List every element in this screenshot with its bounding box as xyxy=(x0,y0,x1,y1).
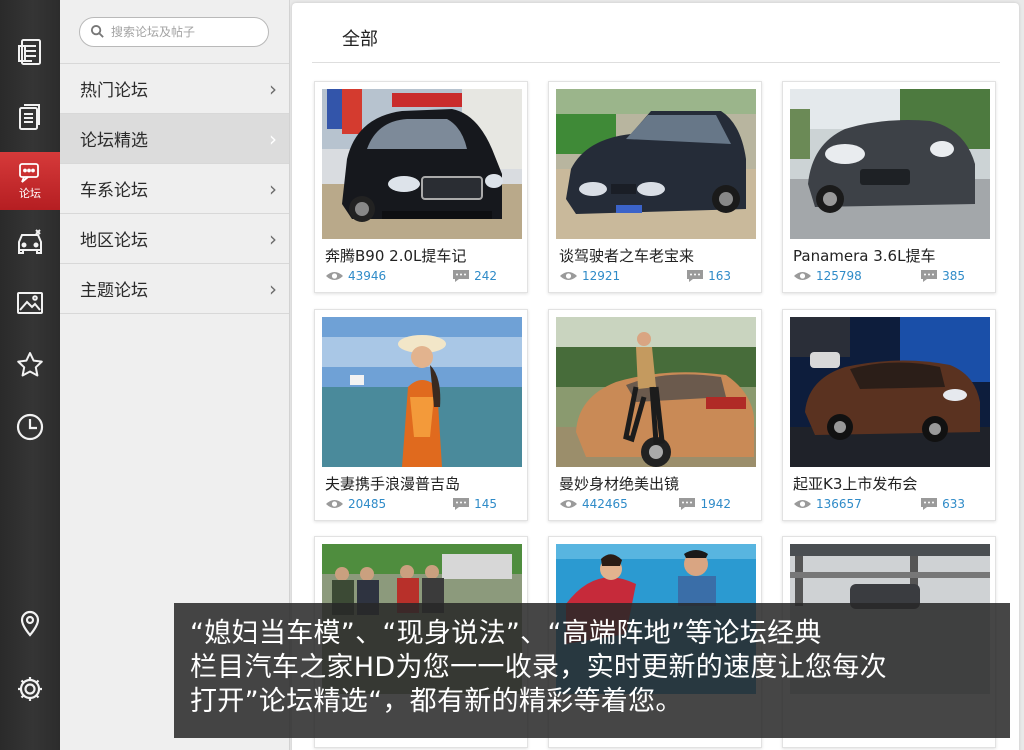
reply-count: 1942 xyxy=(678,497,731,511)
post-title: 奔腾B90 2.0L提车记 xyxy=(325,247,467,265)
eye-icon xyxy=(326,272,343,280)
rail-forum[interactable]: 论坛 xyxy=(0,152,60,210)
view-count-value: 136657 xyxy=(816,497,862,511)
chevron-right-icon: › xyxy=(269,176,277,201)
chevron-right-icon: › xyxy=(269,226,277,251)
rail-history[interactable] xyxy=(0,398,60,456)
caption-line: “媳妇当车模”、“现身说法”、“高端阵地”等论坛经典 xyxy=(190,618,822,649)
view-count: 125798 xyxy=(793,269,862,283)
menu-item-label: 热门论坛 xyxy=(80,81,148,101)
search-icon xyxy=(90,24,104,38)
rail-favorites[interactable] xyxy=(0,336,60,394)
view-count-value: 20485 xyxy=(348,497,387,511)
chevron-right-icon: › xyxy=(269,76,277,101)
post-card[interactable]: 谈驾驶者之车老宝来 12921 163 xyxy=(548,81,762,293)
menu-item-region[interactable]: 地区论坛 › xyxy=(60,214,289,264)
document-icon xyxy=(19,104,40,130)
comment-icon xyxy=(453,498,470,510)
eye-icon xyxy=(794,500,811,508)
search-bar xyxy=(60,0,289,64)
search-input[interactable] xyxy=(111,24,261,39)
reply-count-value: 1942 xyxy=(700,497,731,511)
divider xyxy=(312,62,1000,63)
post-thumbnail xyxy=(790,89,990,239)
icon-rail: 论坛 xyxy=(0,0,60,750)
menu-item-topic[interactable]: 主题论坛 › xyxy=(60,264,289,314)
rail-settings[interactable] xyxy=(0,660,60,718)
view-count-value: 43946 xyxy=(348,269,387,283)
post-thumbnail xyxy=(556,317,756,467)
view-count: 136657 xyxy=(793,497,862,511)
rail-forum-label: 论坛 xyxy=(19,186,41,200)
reply-count: 385 xyxy=(920,269,965,283)
menu-item-featured[interactable]: 论坛精选 › xyxy=(60,114,289,164)
reply-count-value: 163 xyxy=(708,269,731,283)
eye-icon xyxy=(326,500,343,508)
menu-item-label: 地区论坛 xyxy=(80,231,148,251)
view-count: 12921 xyxy=(559,269,620,283)
view-count-value: 12921 xyxy=(582,269,621,283)
search-box[interactable] xyxy=(79,16,269,47)
post-title: 起亚K3上市发布会 xyxy=(793,475,918,493)
post-title: 夫妻携手浪漫普吉岛 xyxy=(325,475,461,493)
post-card[interactable]: 曼妙身材绝美出镜 442465 1942 xyxy=(548,309,762,521)
post-card[interactable]: 夫妻携手浪漫普吉岛 20485 145 xyxy=(314,309,528,521)
reply-count-value: 633 xyxy=(942,497,965,511)
comment-icon xyxy=(921,498,938,510)
reply-count: 633 xyxy=(920,497,965,511)
comment-icon xyxy=(921,270,938,282)
eye-icon xyxy=(560,272,577,280)
menu-item-hot[interactable]: 热门论坛 › xyxy=(60,64,289,114)
eye-icon xyxy=(794,272,811,280)
reply-count: 163 xyxy=(686,269,731,283)
reply-count: 242 xyxy=(452,269,497,283)
eye-icon xyxy=(560,500,577,508)
post-card[interactable]: Panamera 3.6L提车 125798 385 xyxy=(782,81,996,293)
view-count-value: 442465 xyxy=(582,497,628,511)
caption-line: 栏目汽车之家HD为您一一收录，实时更新的速度让您每次 xyxy=(190,652,887,683)
settings-icon xyxy=(18,677,42,701)
comment-icon xyxy=(687,270,704,282)
menu-item-label: 论坛精选 xyxy=(80,131,148,151)
forum-icon xyxy=(19,162,39,183)
menu-item-label: 主题论坛 xyxy=(80,281,148,301)
news-icon xyxy=(18,39,41,65)
menu-item-label: 车系论坛 xyxy=(80,181,148,201)
chevron-right-icon: › xyxy=(269,276,277,301)
car-icon xyxy=(18,229,42,254)
reply-count-value: 385 xyxy=(942,269,965,283)
rail-location[interactable] xyxy=(0,594,60,652)
rail-news[interactable] xyxy=(0,23,60,81)
rail-pictures[interactable] xyxy=(0,274,60,332)
caption-overlay: “媳妇当车模”、“现身说法”、“高端阵地”等论坛经典 栏目汽车之家HD为您一一收… xyxy=(174,603,1010,738)
post-title: 谈驾驶者之车老宝来 xyxy=(559,247,695,265)
post-thumbnail xyxy=(556,89,756,239)
star-icon xyxy=(17,352,43,377)
reply-count-value: 145 xyxy=(474,497,497,511)
post-thumbnail xyxy=(790,317,990,467)
clock-icon xyxy=(16,413,44,441)
reply-count: 145 xyxy=(452,497,497,511)
comment-icon xyxy=(453,270,470,282)
post-title: Panamera 3.6L提车 xyxy=(793,247,936,265)
post-thumbnail xyxy=(322,89,522,239)
post-thumbnail xyxy=(322,317,522,467)
rail-articles[interactable] xyxy=(0,88,60,146)
page-title: 全部 xyxy=(342,29,378,50)
view-count: 442465 xyxy=(559,497,628,511)
post-card[interactable]: 起亚K3上市发布会 136657 633 xyxy=(782,309,996,521)
caption-line: 打开”论坛精选“，都有新的精彩等着您。 xyxy=(190,686,683,717)
comment-icon xyxy=(679,498,696,510)
view-count: 20485 xyxy=(325,497,386,511)
location-icon xyxy=(20,610,40,637)
picture-icon xyxy=(17,292,43,314)
post-title: 曼妙身材绝美出镜 xyxy=(559,475,680,493)
view-count-value: 125798 xyxy=(816,269,862,283)
chevron-right-icon: › xyxy=(269,126,277,151)
reply-count-value: 242 xyxy=(474,269,497,283)
menu-item-series[interactable]: 车系论坛 › xyxy=(60,164,289,214)
rail-cars[interactable] xyxy=(0,213,60,271)
post-card[interactable]: 奔腾B90 2.0L提车记 43946 242 xyxy=(314,81,528,293)
view-count: 43946 xyxy=(325,269,386,283)
